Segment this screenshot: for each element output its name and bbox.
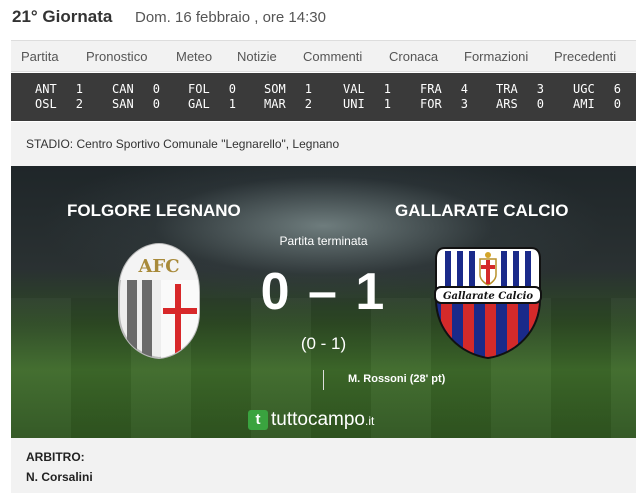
final-score: 0 – 1 — [260, 263, 387, 321]
result-item[interactable]: FOL 0 GAL 1 — [188, 82, 258, 112]
halftime-score: (0 - 1) — [300, 334, 347, 353]
tuttocampo-logo[interactable]: t tuttocampo.it — [248, 409, 374, 431]
goal-scorer: M. Rossoni (28' pt) — [348, 373, 446, 385]
result-item[interactable]: CAN 0 SAN 0 — [112, 82, 182, 112]
result-item[interactable]: FRA 4 FOR 3 — [420, 82, 490, 112]
result-item[interactable]: UGC 6 AMI 0 — [573, 82, 641, 112]
referee-name: N. Corsalini — [26, 470, 93, 484]
tab-pronostico[interactable]: Pronostico — [86, 49, 147, 64]
referee-info: ARBITRO: N. Corsalini — [11, 438, 636, 493]
away-team-name[interactable]: GALLARATE CALCIO — [395, 201, 568, 221]
tab-cronaca[interactable]: Cronaca — [389, 49, 438, 64]
match-date: Dom. 16 febbraio , ore 14:30 — [135, 9, 326, 26]
match-status: Partita terminata — [279, 234, 368, 248]
brand-name: tuttocampo — [271, 409, 365, 430]
result-item[interactable]: VAL 1 UNI 1 — [343, 82, 413, 112]
tab-commenti[interactable]: Commenti — [303, 49, 362, 64]
referee-label: ARBITRO: — [26, 450, 85, 464]
match-header: 21° Giornata Dom. 16 febbraio , ore 14:3… — [0, 0, 641, 36]
tab-partita[interactable]: Partita — [21, 49, 59, 64]
home-team-name[interactable]: FOLGORE LEGNANO — [67, 201, 241, 221]
tuttocampo-t-icon: t — [248, 410, 268, 430]
match-scoreboard: FOLGORE LEGNANO GALLARATE CALCIO AFC Gal… — [11, 166, 636, 438]
round-results-bar: ANT 1 OSL 2 CAN 0 SAN 0 FOL 0 GAL 1 SOM 1 MAR 2 … — [11, 73, 636, 121]
result-item[interactable]: TRA 3 ARS 0 — [496, 82, 566, 112]
scorer-divider — [323, 370, 324, 390]
result-item[interactable]: SOM 1 MAR 2 — [264, 82, 334, 112]
stadium-info: STADIO: Centro Sportivo Comunale "Legnar… — [11, 122, 636, 166]
round-title: 21° Giornata — [12, 7, 113, 26]
match-tabs: Partita Pronostico Meteo Notizie Comment… — [11, 40, 636, 72]
brand-domain: .it — [365, 414, 375, 428]
tab-precedenti[interactable]: Precedenti — [554, 49, 616, 64]
tab-meteo[interactable]: Meteo — [176, 49, 212, 64]
tab-formazioni[interactable]: Formazioni — [464, 49, 528, 64]
result-item[interactable]: ANT 1 OSL 2 — [35, 82, 105, 112]
tab-notizie[interactable]: Notizie — [237, 49, 277, 64]
